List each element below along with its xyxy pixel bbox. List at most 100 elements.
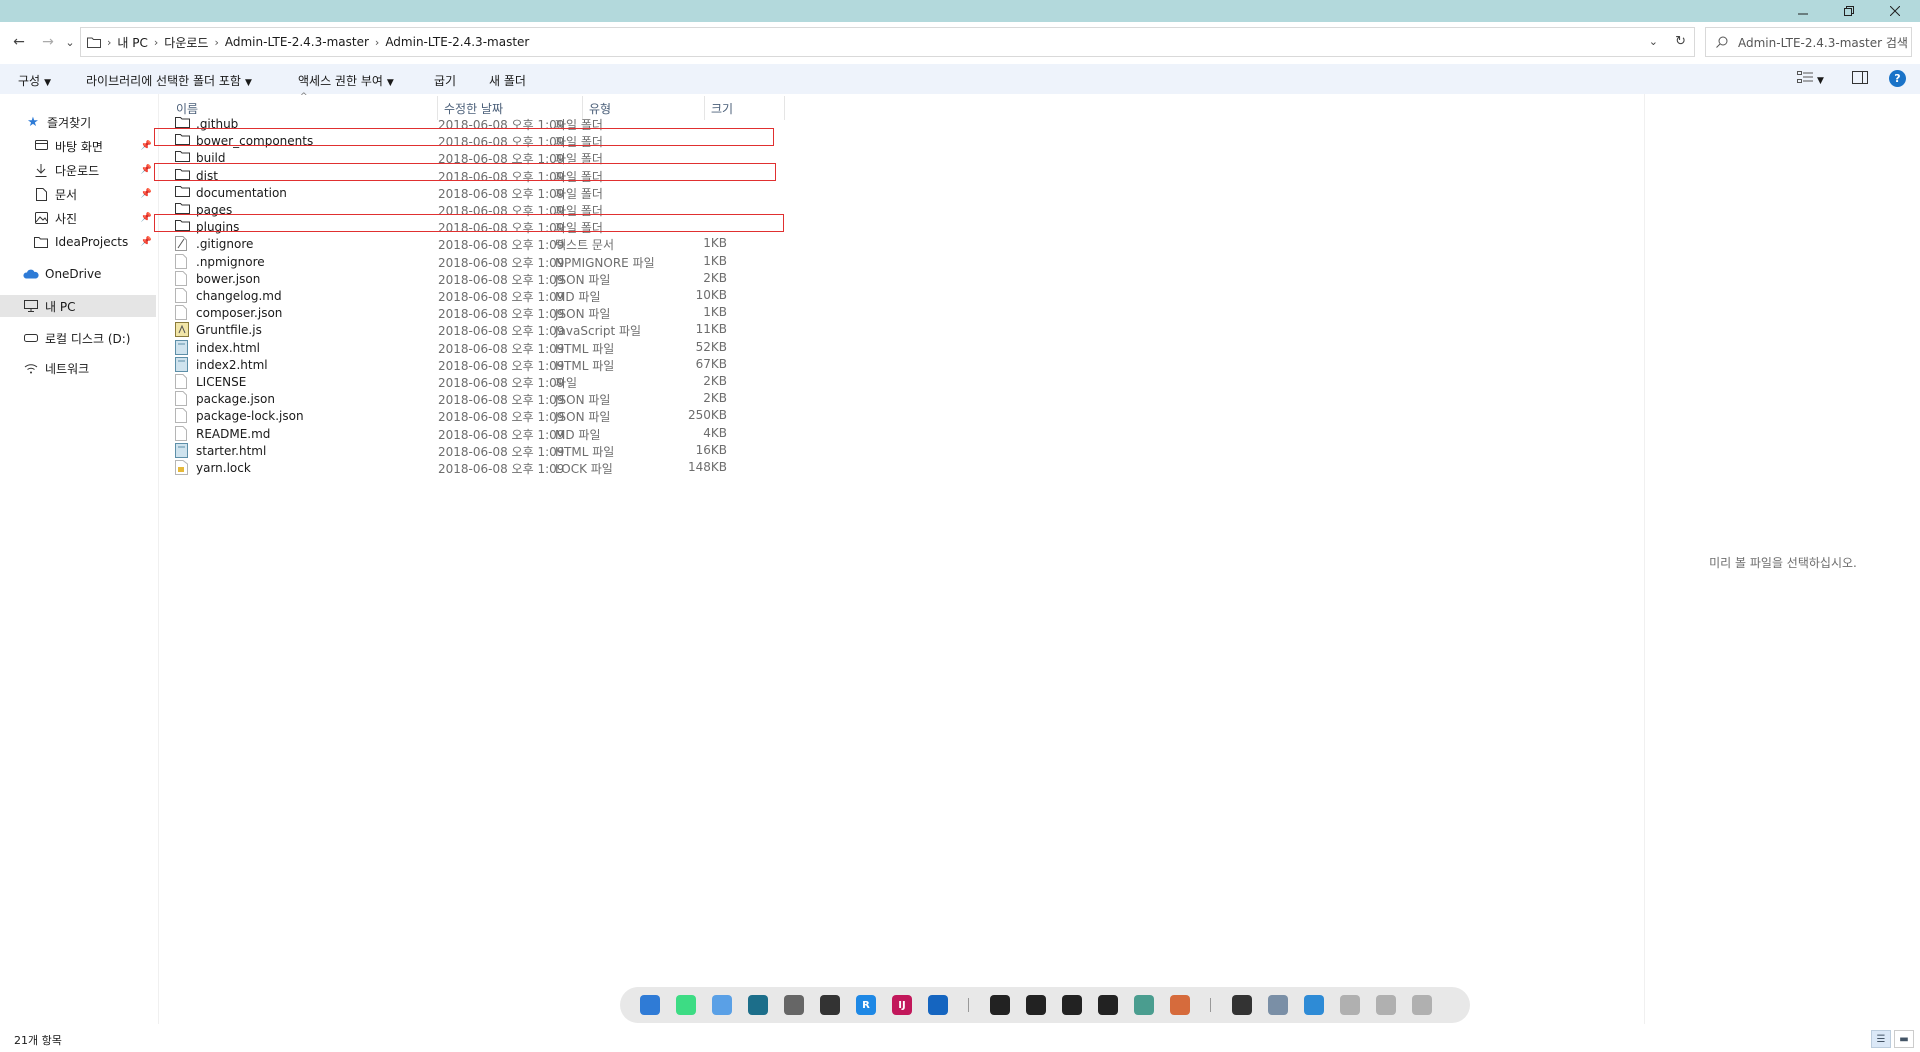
recorder-icon[interactable] [1232,995,1252,1015]
file-row[interactable]: yarn.lock 2018-06-08 오후 1:09 LOCK 파일 148KB [175,457,795,478]
sidebar-item-ideaprojects[interactable]: IdeaProjects 📌 [0,231,156,253]
pane-splitter[interactable] [158,94,159,1024]
large-icons-view-icon: ▬ [1899,1033,1909,1045]
include-in-library-button[interactable]: 라이브러리에 선택한 폴더 포함 ▼ [86,72,252,89]
preview-pane-button[interactable] [1852,71,1868,88]
details-view-button[interactable]: ☰ [1871,1030,1891,1048]
pin-icon: 📌 [140,165,152,175]
breadcrumb-separator-icon: › [374,35,380,49]
file-size: 250KB [687,408,727,423]
file-name: changelog.md [196,289,282,303]
close-icon[interactable] [1872,0,1918,22]
keyboard-icon[interactable] [1340,995,1360,1015]
sidebar-item-label: 네트워크 [45,361,90,376]
file-name: index.html [196,340,260,355]
sidebar-item-label: 바탕 화면 [55,139,103,154]
sidebar-item-downloads[interactable]: 다운로드 📌 [0,159,156,181]
sidebar-item-onedrive[interactable]: OneDrive [0,263,156,285]
file-size: 1KB [703,253,727,268]
refresh-icon[interactable]: ↻ [1675,34,1686,49]
file-name: package.json [196,392,276,407]
search-icon [1716,36,1728,48]
file-name: dist [196,168,218,183]
file-name-cell: yarn.lock [175,460,251,476]
network-graph-icon[interactable] [1170,995,1190,1015]
notepad-icon[interactable] [1268,995,1288,1015]
help-button[interactable]: ? [1889,70,1906,87]
organize-button[interactable]: 구성 ▼ [18,72,51,89]
shark-icon[interactable] [748,995,768,1015]
app-grid-icon[interactable] [712,995,732,1015]
terminal-icon[interactable] [1062,995,1082,1015]
r-app-icon[interactable]: R [856,995,876,1015]
pictures-icon [33,210,49,226]
caret-down-icon: ▼ [1817,76,1824,86]
sidebar-item-desktop[interactable]: 바탕 화면 📌 [0,135,156,157]
bluetooth-icon[interactable] [1304,995,1324,1015]
navigation-pane: ★ 즐겨찾기 바탕 화면 📌 다운로드 📌 문서 📌 사진 📌 IdeaProj… [0,94,158,1024]
terminal-icon[interactable] [1098,995,1118,1015]
terminal-icon[interactable] [1026,995,1046,1015]
view-options-button[interactable]: ▼ [1797,71,1824,86]
cloud-icon [23,266,39,282]
large-icons-view-button[interactable]: ▬ [1894,1030,1914,1048]
file-name: .npmignore [196,254,265,269]
breadcrumb-separator-icon: › [107,35,112,49]
audio-icon[interactable] [820,995,840,1015]
chevron-down-icon[interactable]: ⌄ [1649,35,1658,48]
breadcrumb-adminlte-current[interactable]: Admin-LTE-2.4.3-master [385,35,529,49]
file-name: README.md [196,426,271,441]
breadcrumb-adminlte-parent[interactable]: Admin-LTE-2.4.3-master [225,35,369,49]
preview-pane: 미리 볼 파일을 선택하십시오. [1644,94,1920,1024]
sidebar-item-label: 즐겨찾기 [47,115,92,130]
breadcrumb-downloads[interactable]: 다운로드 [164,34,208,51]
details-view-icon: ☰ [1876,1033,1886,1045]
file-explorer-icon[interactable] [640,995,660,1015]
burn-button[interactable]: 굽기 [434,72,456,89]
file-name: .gitignore [196,237,254,252]
app-dock: R IJ [620,987,1470,1023]
media-player-icon[interactable] [928,995,948,1015]
sidebar-item-network[interactable]: 네트워크 [0,357,156,379]
minimize-icon[interactable] [1780,0,1826,22]
file-size: 11KB [695,322,727,337]
download-icon [33,162,49,178]
folder-icon [33,234,49,250]
breadcrumb-this-pc[interactable]: 내 PC [117,34,147,51]
volume-icon[interactable] [1412,995,1432,1015]
star-icon: ★ [27,114,39,130]
display-icon[interactable] [1376,995,1396,1015]
file-list: 이름 ^ 수정한 날짜 유형 크기 .github 2018-06-08 오후 1… [154,92,1643,1024]
back-button[interactable]: ← [9,32,29,52]
file-name: LICENSE [196,375,247,389]
slack-icon[interactable] [1134,995,1154,1015]
command-bar: 구성 ▼ 라이브러리에 선택한 폴더 포함 ▼ 액세스 권한 부여 ▼ 굽기 새 폴더… [0,64,1920,94]
file-size: 16KB [695,442,727,457]
sidebar-item-favorites[interactable]: ★ 즐겨찾기 [0,111,156,133]
sidebar-item-label: 다운로드 [55,163,100,178]
sidebar-item-local-disk[interactable]: 로컬 디스크 (D:) [0,327,156,349]
share-access-button[interactable]: 액세스 권한 부여 ▼ [298,72,394,89]
intellij-icon[interactable]: IJ [892,995,912,1015]
title-bar [0,0,1920,22]
forward-button[interactable]: → [38,32,58,52]
terminal-icon[interactable] [990,995,1010,1015]
new-folder-button[interactable]: 새 폴더 [489,72,526,89]
recent-locations-button[interactable]: ⌄ [63,32,77,52]
android-icon[interactable] [676,995,696,1015]
file-size: 2KB [703,374,727,388]
file-type: LOCK 파일 [555,462,613,476]
restore-icon[interactable] [1826,0,1872,22]
address-bar[interactable]: › 내 PC › 다운로드 › Admin-LTE-2.4.3-master ›… [80,27,1695,57]
computer-icon [23,298,39,314]
dock-separator [1210,998,1211,1012]
sidebar-item-pictures[interactable]: 사진 📌 [0,207,156,229]
search-input[interactable]: Admin-LTE-2.4.3-master 검색 [1705,27,1912,57]
sidebar-item-this-pc[interactable]: 내 PC [0,295,156,317]
settings-icon[interactable] [784,995,804,1015]
caret-down-icon: ▼ [44,78,52,88]
sidebar-item-documents[interactable]: 문서 📌 [0,183,156,205]
breadcrumb-separator-icon: › [214,35,219,49]
item-count: 21개 항목 [14,1034,62,1047]
file-name: index2.html [196,357,268,372]
